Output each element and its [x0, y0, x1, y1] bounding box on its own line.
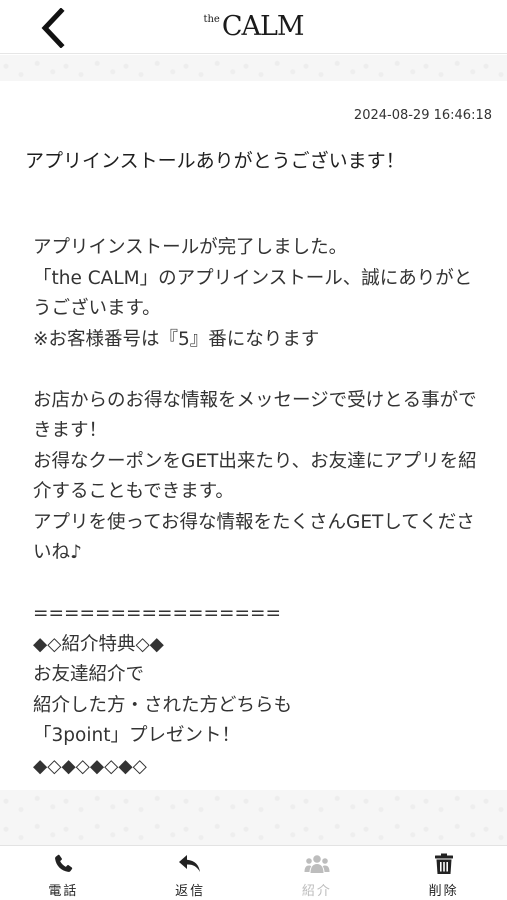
message-timestamp: 2024-08-29 16:46:18	[353, 108, 492, 123]
message-content: 2024-08-29 16:46:18 アプリインストールありがとうございます！…	[0, 81, 507, 790]
texture-band-top	[0, 55, 507, 81]
message-body: アプリインストールが完了しました。 「the CALM」のアプリインストール、誠…	[33, 237, 477, 777]
tab-reply[interactable]: 返信	[127, 846, 254, 900]
trash-icon	[431, 851, 457, 877]
tab-label: 紹介	[301, 884, 332, 899]
phone-icon	[50, 851, 76, 877]
bottom-tab-bar: 電話 返信 紹介 削除	[0, 845, 507, 900]
logo-small-text: the	[203, 14, 220, 25]
tab-introduce[interactable]: 紹介	[254, 846, 381, 900]
users-icon	[304, 851, 330, 877]
logo-main-text: CALM	[221, 11, 305, 42]
tab-label: 返信	[175, 884, 206, 899]
tab-phone[interactable]: 電話	[0, 846, 127, 900]
message-subject: アプリインストールありがとうございます！	[25, 150, 405, 172]
tab-label: 電話	[48, 884, 79, 899]
tab-delete[interactable]: 削除	[380, 846, 507, 900]
texture-band-bottom	[0, 790, 507, 845]
brand-logo: the CALM	[0, 8, 507, 46]
reply-icon	[177, 851, 203, 877]
message-detail-screen: the CALM 2024-08-29 16:46:18 アプリインストールあり…	[0, 0, 507, 900]
tab-label: 削除	[428, 884, 459, 899]
app-header: the CALM	[0, 0, 507, 54]
